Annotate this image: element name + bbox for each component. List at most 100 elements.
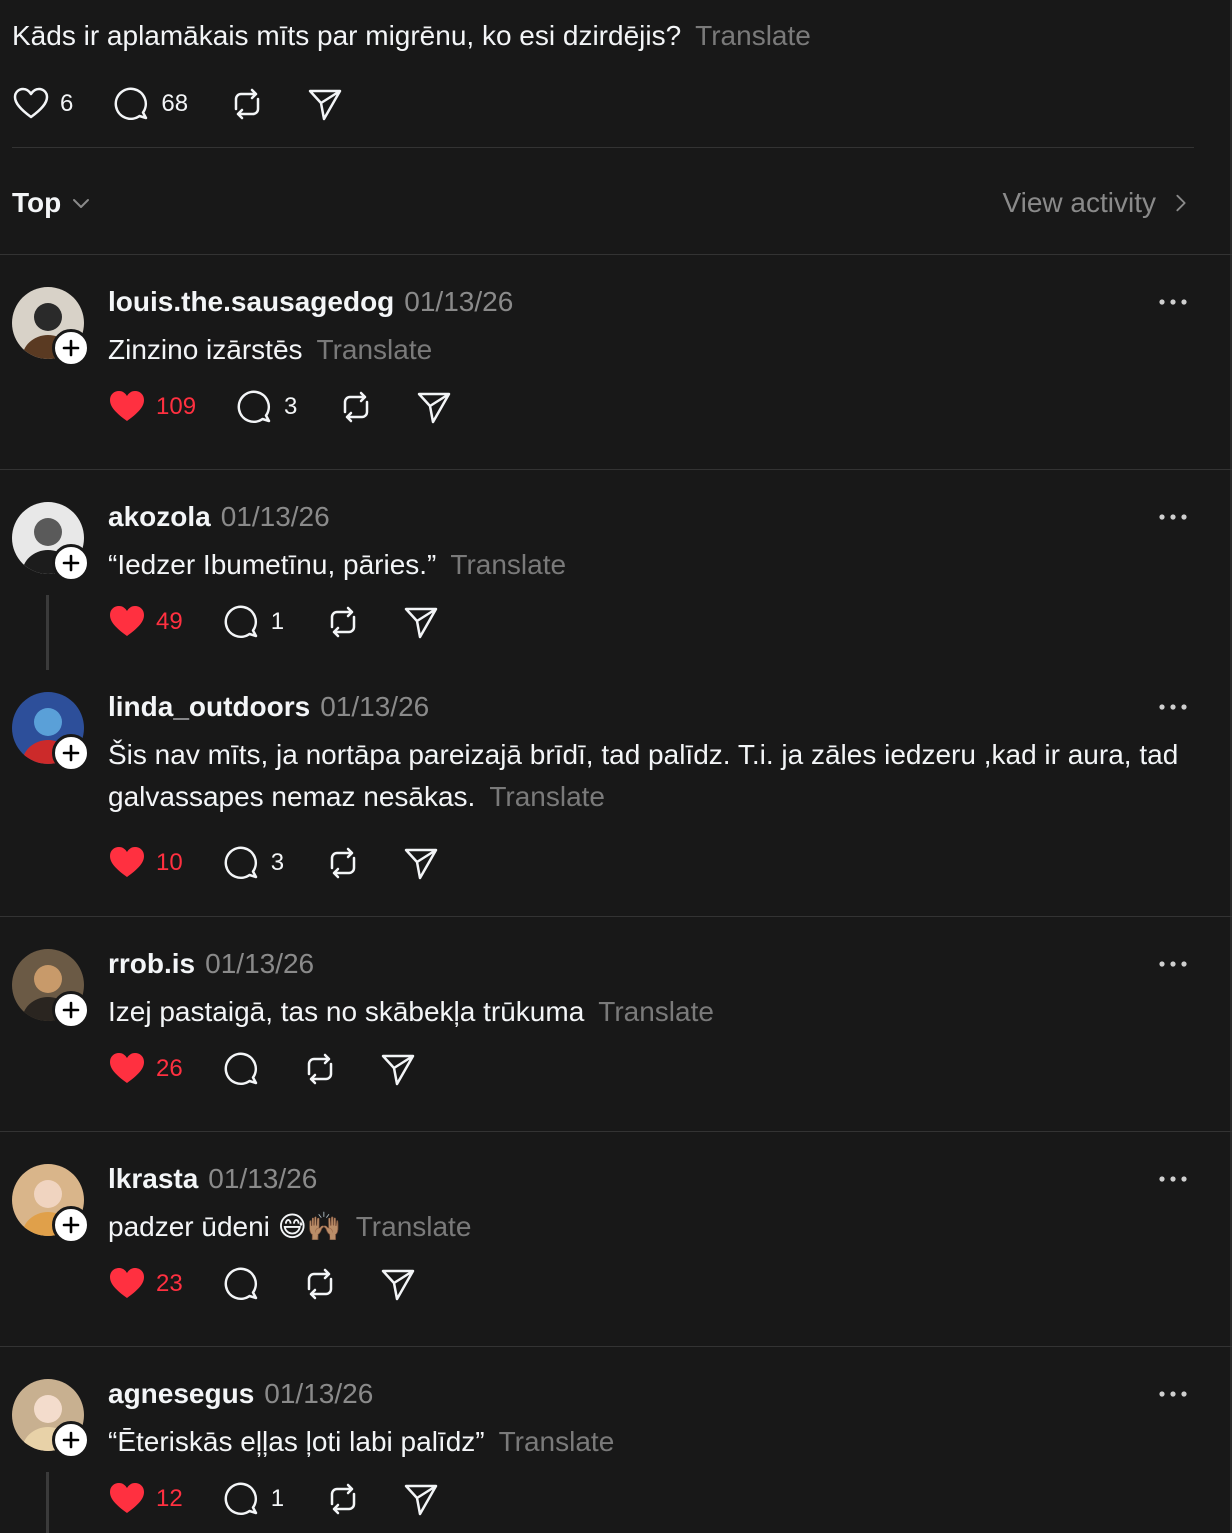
divider (0, 1346, 1232, 1347)
reply-button[interactable]: 68 (113, 84, 188, 124)
reply-count: 68 (161, 90, 189, 117)
timestamp: 01/13/26 (404, 286, 514, 317)
share-button[interactable] (306, 84, 344, 124)
repost-button[interactable] (301, 1049, 339, 1089)
username[interactable]: rrob.is (108, 948, 195, 979)
repost-button[interactable] (324, 843, 362, 883)
reply-count: 1 (270, 608, 285, 635)
like-button[interactable]: 23 (108, 1264, 183, 1304)
chevron-right-icon (1176, 194, 1186, 212)
like-count: 49 (156, 608, 183, 635)
share-button[interactable] (402, 602, 440, 642)
timestamp: 01/13/26 (320, 691, 430, 722)
post-text: Kāds ir aplamākais mīts par migrēnu, ko … (12, 16, 811, 56)
like-button[interactable]: 12 (108, 1479, 183, 1519)
username[interactable]: louis.the.sausagedog (108, 286, 394, 317)
comment-header: rrob.is 01/13/26 (108, 944, 314, 984)
heart-filled-icon (108, 603, 146, 641)
send-icon (415, 388, 453, 426)
share-button[interactable] (379, 1264, 417, 1304)
comment-body: “Ēteriskās eļļas ļoti labi palīdz” (108, 1426, 485, 1457)
reply-button[interactable]: 1 (223, 602, 284, 642)
reply-button[interactable]: 3 (236, 387, 297, 427)
like-button[interactable]: 26 (108, 1049, 183, 1089)
reply-button[interactable] (223, 1264, 261, 1304)
translate-link[interactable]: Translate (317, 334, 433, 365)
comment-actions: 49 1 (108, 602, 480, 642)
username[interactable]: lkrasta (108, 1163, 198, 1194)
translate-link[interactable]: Translate (489, 781, 605, 812)
comment-actions: 12 1 (108, 1479, 480, 1519)
timestamp: 01/13/26 (264, 1378, 374, 1409)
comment-body: padzer ūdeni 😅🙌🏽 (108, 1211, 342, 1242)
comment-icon (223, 1265, 261, 1303)
reply-button[interactable] (223, 1049, 261, 1089)
translate-link[interactable]: Translate (598, 996, 714, 1027)
like-count: 6 (60, 90, 74, 117)
repost-button[interactable] (324, 602, 362, 642)
share-button[interactable] (402, 1479, 440, 1519)
share-button[interactable] (415, 387, 453, 427)
repost-button[interactable] (324, 1479, 362, 1519)
thread-line (46, 1472, 49, 1533)
sort-dropdown[interactable]: Top (12, 187, 93, 219)
timestamp: 01/13/26 (220, 501, 330, 532)
like-button[interactable]: 10 (108, 843, 183, 883)
comment-icon (223, 603, 261, 641)
avatar-button[interactable] (12, 949, 90, 1029)
comment-icon (223, 1050, 261, 1088)
like-button[interactable]: 49 (108, 602, 183, 642)
username[interactable]: agnesegus (108, 1378, 254, 1409)
comment-text: padzer ūdeni 😅🙌🏽 Translate (108, 1206, 1182, 1248)
avatar-button[interactable] (12, 1164, 90, 1244)
comment-text: “Ēteriskās eļļas ļoti labi palīdz” Transl… (108, 1421, 1182, 1463)
like-count: 109 (156, 393, 197, 420)
comment-header: agnesegus 01/13/26 (108, 1374, 373, 1414)
post-actions: 6 68 (12, 84, 384, 124)
more-options-icon[interactable] (1158, 700, 1188, 712)
translate-link[interactable]: Translate (356, 1211, 472, 1242)
username[interactable]: akozola (108, 501, 211, 532)
translate-link[interactable]: Translate (695, 20, 811, 51)
comment-text: Izej pastaigā, tas no skābekļa trūkuma Tr… (108, 991, 1182, 1033)
translate-link[interactable]: Translate (450, 549, 566, 580)
comment-body: Zinzino izārstēs (108, 334, 303, 365)
follow-plus-icon[interactable] (52, 1421, 90, 1459)
follow-plus-icon[interactable] (52, 734, 90, 772)
share-button[interactable] (379, 1049, 417, 1089)
translate-link[interactable]: Translate (499, 1426, 615, 1457)
comment-header: linda_outdoors 01/13/26 (108, 687, 429, 727)
sort-bar: Top View activity (12, 180, 1192, 226)
avatar-button[interactable] (12, 287, 90, 367)
repost-button[interactable] (337, 387, 375, 427)
more-options-icon[interactable] (1158, 1172, 1188, 1184)
like-button[interactable]: 109 (108, 387, 196, 427)
share-button[interactable] (402, 843, 440, 883)
more-options-icon[interactable] (1158, 510, 1188, 522)
divider (0, 1131, 1232, 1132)
username[interactable]: linda_outdoors (108, 691, 310, 722)
follow-plus-icon[interactable] (52, 991, 90, 1029)
heart-filled-icon (108, 388, 146, 426)
divider (0, 469, 1232, 470)
avatar-button[interactable] (12, 1379, 90, 1459)
more-options-icon[interactable] (1158, 1387, 1188, 1399)
follow-plus-icon[interactable] (52, 1206, 90, 1244)
like-button[interactable]: 6 (12, 84, 73, 124)
repost-button[interactable] (228, 84, 266, 124)
send-icon (379, 1265, 417, 1303)
reply-button[interactable]: 1 (223, 1479, 284, 1519)
send-icon (402, 603, 440, 641)
heart-filled-icon (108, 844, 146, 882)
follow-plus-icon[interactable] (52, 544, 90, 582)
repost-icon (301, 1050, 339, 1088)
follow-plus-icon[interactable] (52, 329, 90, 367)
more-options-icon[interactable] (1158, 957, 1188, 969)
avatar-button[interactable] (12, 692, 90, 772)
more-options-icon[interactable] (1158, 295, 1188, 307)
comment-text: Šis nav mīts, ja nortāpa pareizajā brīdī… (108, 734, 1182, 818)
reply-button[interactable]: 3 (223, 843, 284, 883)
view-activity-link[interactable]: View activity (1002, 187, 1192, 219)
repost-button[interactable] (301, 1264, 339, 1304)
avatar-button[interactable] (12, 502, 90, 582)
